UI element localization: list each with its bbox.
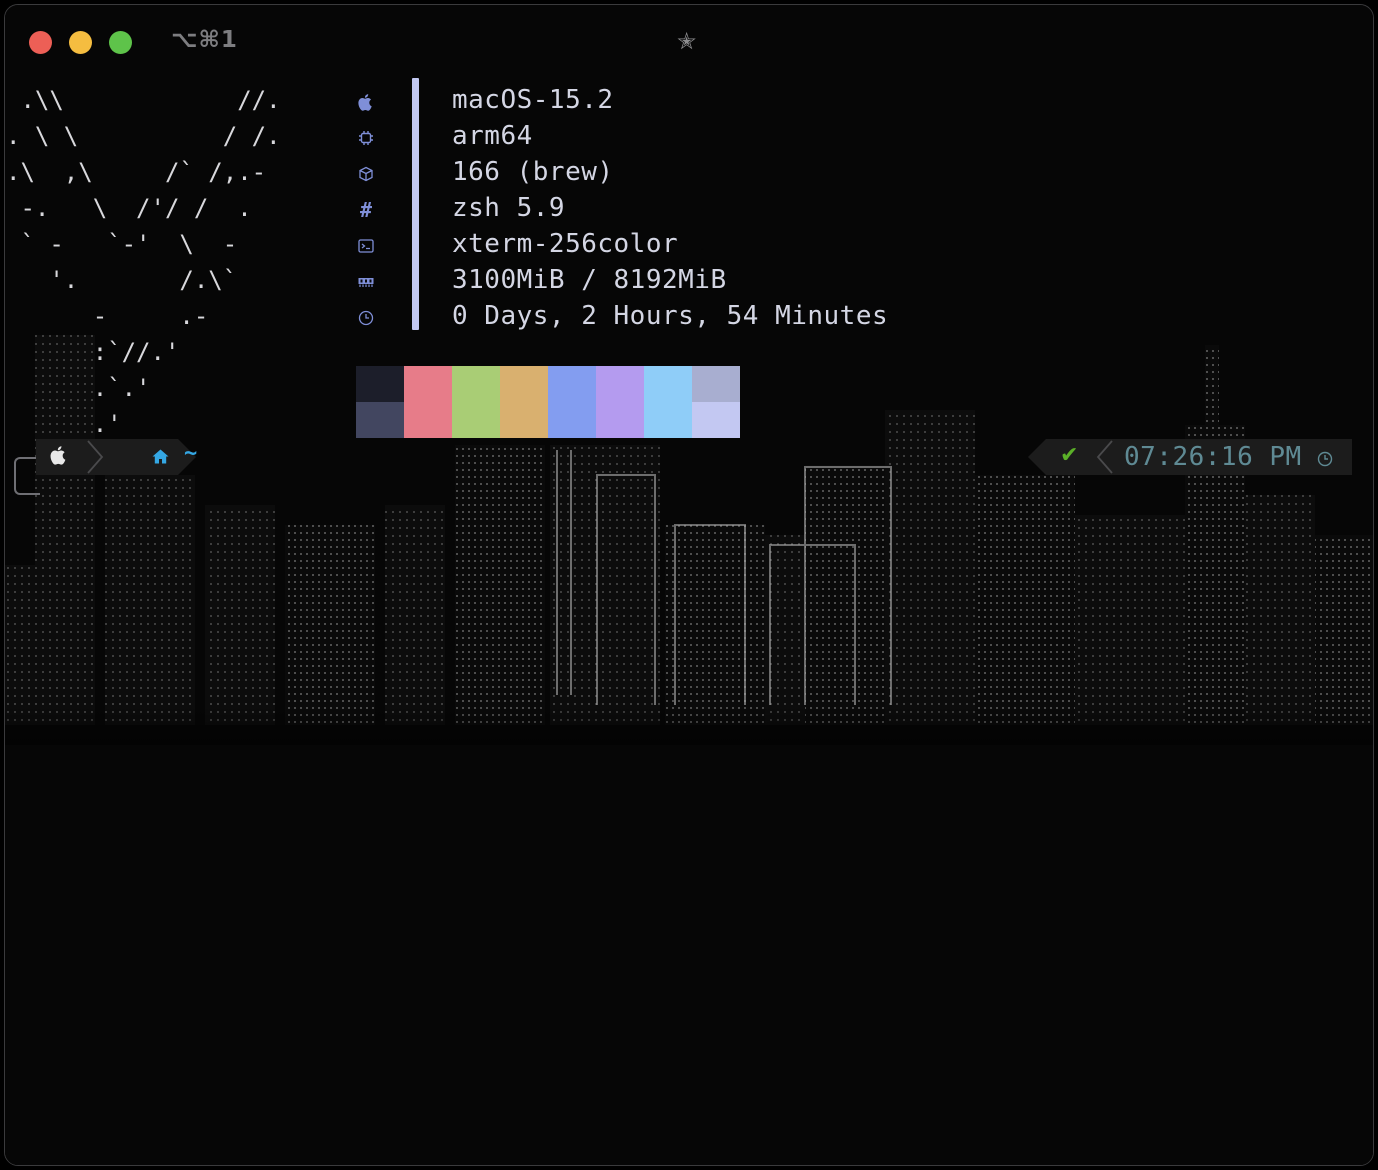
palette-swatch-normal-7 [692, 366, 740, 402]
apple-icon [50, 445, 70, 467]
palette-swatch-bright-6 [644, 402, 692, 438]
star-icon[interactable]: ✭ [677, 29, 696, 55]
memory-icon [352, 264, 380, 300]
palette-swatch-normal-1 [404, 366, 452, 402]
palette-swatch-normal-6 [644, 366, 692, 402]
zoom-button[interactable] [109, 31, 132, 54]
palette-swatch-bright-2 [452, 402, 500, 438]
os-version: macOS-15.2 [452, 85, 614, 115]
close-button[interactable] [29, 31, 52, 54]
title-bar: ⌥⌘1 ✭ [5, 5, 1373, 75]
package-icon [352, 156, 380, 192]
palette-swatch-normal-4 [548, 366, 596, 402]
palette-swatch-normal-3 [500, 366, 548, 402]
info-separator-bar [412, 78, 419, 330]
palette-swatch-bright-7 [692, 402, 740, 438]
terminal-icon [352, 228, 380, 264]
minimize-button[interactable] [69, 31, 92, 54]
clock-icon [352, 300, 380, 336]
palette-swatch-bright-0 [356, 402, 404, 438]
terminal-type: xterm-256color [452, 229, 679, 259]
info-icons: # [352, 84, 380, 336]
hash-icon: # [359, 198, 373, 222]
current-directory: ~ [184, 441, 198, 466]
palette-swatch-normal-0 [356, 366, 404, 402]
architecture: arm64 [452, 121, 533, 151]
status-ok-icon: ✔ [1060, 443, 1079, 468]
system-info: macOS-15.2 arm64 166 (brew) zsh 5.9 xter… [452, 82, 888, 334]
clock-icon [1317, 451, 1333, 471]
apple-icon [352, 84, 380, 120]
palette-swatch-bright-1 [404, 402, 452, 438]
palette-swatch-bright-4 [548, 402, 596, 438]
palette-swatch-normal-5 [596, 366, 644, 402]
shell: zsh 5.9 [452, 193, 566, 223]
memory-usage: 3100MiB / 8192MiB [452, 265, 727, 295]
ascii-logo: .\\ //. . \ \ / /. .\ ,\ /` /,.- -. \ /'… [6, 86, 281, 438]
color-palette [356, 366, 740, 438]
prompt-time: 07:26:16 PM [1124, 442, 1302, 472]
palette-swatch-normal-2 [452, 366, 500, 402]
cpu-icon [352, 120, 380, 156]
palette-swatch-bright-3 [500, 402, 548, 438]
home-icon [152, 449, 169, 468]
tab-title: ⌥⌘1 [171, 27, 238, 53]
uptime: 0 Days, 2 Hours, 54 Minutes [452, 301, 889, 331]
package-count: 166 (brew) [452, 157, 614, 187]
palette-swatch-bright-5 [596, 402, 644, 438]
